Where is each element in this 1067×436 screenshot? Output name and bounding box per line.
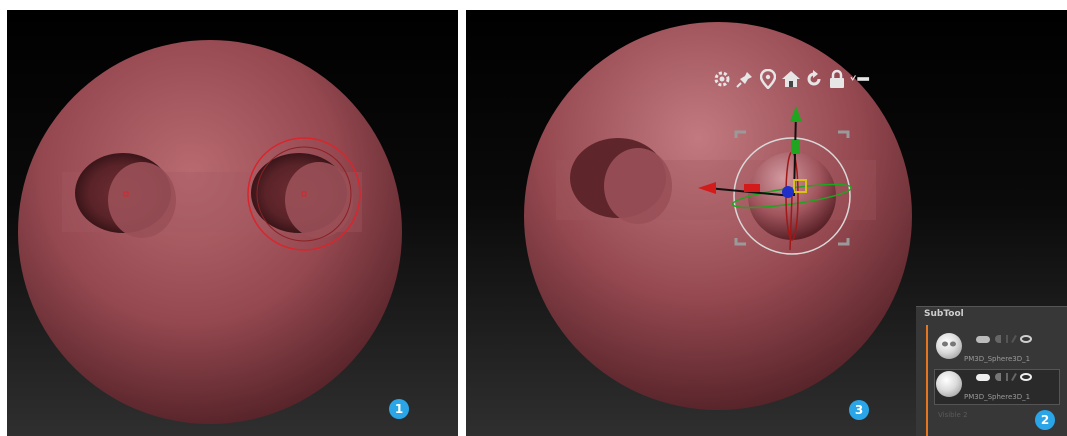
eye-socket-left-rim	[108, 162, 176, 238]
subtool-item-toggles	[976, 335, 1032, 343]
toggle-icon[interactable]	[976, 373, 990, 381]
toggle-icon[interactable]	[976, 335, 990, 343]
step-badge-3: 3	[849, 400, 869, 420]
location-pin-icon[interactable]	[758, 68, 778, 90]
eye-icon[interactable]	[1020, 335, 1032, 343]
lock-icon[interactable]	[827, 68, 847, 90]
eye-socket-right-rim	[285, 162, 353, 238]
pen-icon[interactable]	[1011, 373, 1017, 381]
pin-icon[interactable]	[735, 68, 755, 90]
subtool-visible-count: Visible 2	[938, 411, 968, 419]
brush-icon[interactable]	[1006, 335, 1008, 343]
brush-icon[interactable]	[1006, 373, 1008, 381]
home-icon[interactable]	[781, 68, 801, 90]
eye-icon[interactable]	[1020, 373, 1032, 381]
pen-icon[interactable]	[1011, 335, 1017, 343]
gear-icon[interactable]	[712, 68, 732, 90]
gizmo-toolbar	[712, 67, 870, 91]
gizmo-axis-y-handle[interactable]	[791, 140, 800, 154]
collapse-icon[interactable]	[850, 68, 870, 90]
subtool-accent-bar	[926, 325, 928, 436]
gizmo-axis-z-handle[interactable]	[782, 186, 794, 198]
reset-icon[interactable]	[804, 68, 824, 90]
eye-socket-left-rim	[604, 148, 672, 224]
sphere-scene-left	[18, 40, 402, 424]
step-badge-2: 2	[1035, 410, 1055, 430]
step-badge-1: 1	[389, 399, 409, 419]
sphere-with-eyes-icon	[936, 333, 962, 359]
subtool-item[interactable]: PM3D_Sphere3D_1	[934, 333, 1058, 363]
viewport-right[interactable]: 3 SubTool PM3D_Sphere3D_1 PM3D_Sphere3D_…	[466, 10, 1067, 436]
gizmo-axis-x-handle[interactable]	[744, 184, 760, 192]
subtool-item-toggles	[976, 373, 1032, 381]
half-moon-icon[interactable]	[995, 373, 1001, 381]
subtool-item-selected[interactable]: PM3D_Sphere3D_1	[934, 369, 1060, 405]
sphere-icon	[936, 371, 962, 397]
subtool-panel: SubTool PM3D_Sphere3D_1 PM3D_Sphere3D_1 …	[916, 306, 1067, 436]
viewport-left[interactable]: 1	[7, 10, 458, 436]
subtool-title: SubTool	[924, 309, 964, 319]
half-moon-icon[interactable]	[995, 335, 1001, 343]
subtool-item-name: PM3D_Sphere3D_1	[964, 393, 1031, 401]
subtool-item-name: PM3D_Sphere3D_1	[964, 355, 1031, 363]
